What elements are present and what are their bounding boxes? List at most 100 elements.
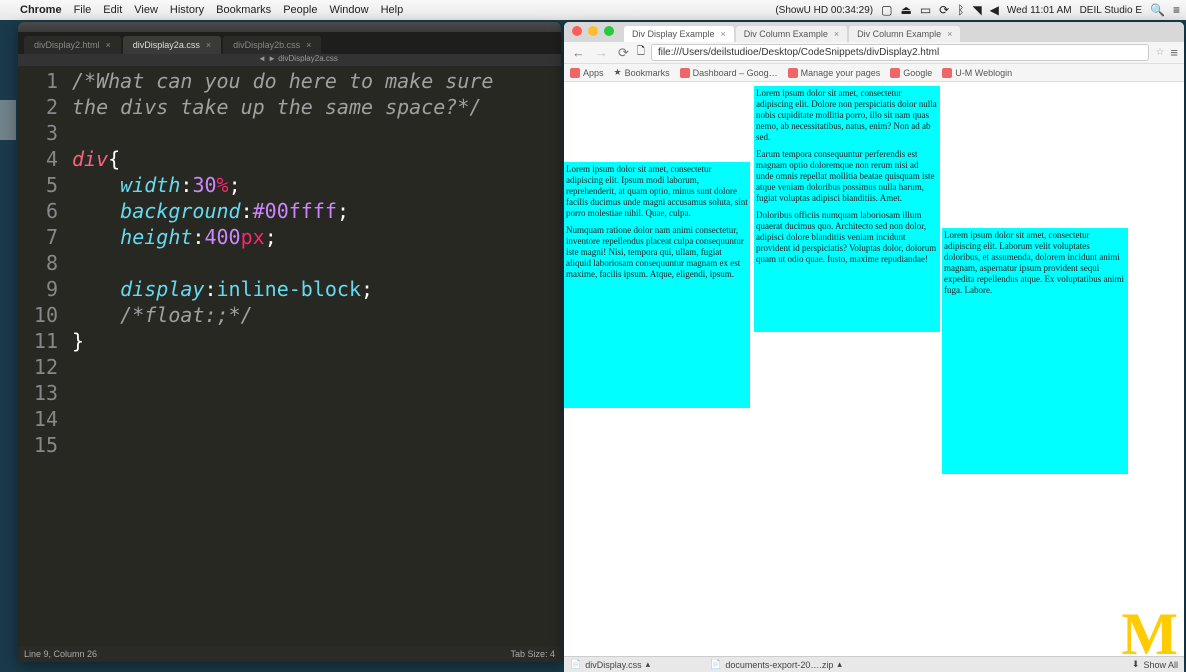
editor-tab[interactable]: divDisplay2.html × bbox=[24, 36, 121, 54]
michigan-logo: M bbox=[1121, 629, 1172, 640]
airplay-icon[interactable]: ▢ bbox=[881, 3, 892, 17]
chrome-tab[interactable]: Div Column Example × bbox=[849, 26, 960, 42]
close-icon[interactable]: × bbox=[206, 40, 211, 50]
menubar-app[interactable]: Chrome bbox=[20, 4, 62, 16]
button-label: Show All bbox=[1143, 660, 1178, 670]
chrome-tab[interactable]: Div Column Example × bbox=[736, 26, 847, 42]
download-label: divDisplay.css bbox=[585, 660, 641, 670]
status-cursor[interactable]: Line 9, Column 26 bbox=[24, 649, 97, 659]
tab-label: divDisplay2a.css bbox=[133, 40, 200, 50]
close-icon[interactable]: × bbox=[106, 40, 111, 50]
content-div: Lorem ipsum dolor sit amet, consectetur … bbox=[564, 162, 750, 408]
forward-button[interactable]: → bbox=[593, 45, 610, 60]
paragraph: Numquam ratione dolor nam animi consecte… bbox=[566, 225, 748, 280]
paragraph: Doloribus officiis numquam laboriosam il… bbox=[756, 210, 938, 265]
favicon-icon bbox=[942, 68, 952, 78]
menu-edit[interactable]: Edit bbox=[103, 4, 122, 16]
code-area[interactable]: 1/*What can you do here to make sure2the… bbox=[18, 66, 561, 458]
tab-label: Div Display Example bbox=[632, 29, 715, 39]
close-icon[interactable]: × bbox=[721, 29, 726, 39]
desktop-peek bbox=[0, 100, 16, 140]
menu-window[interactable]: Window bbox=[329, 4, 368, 16]
reload-button[interactable]: ⟳ bbox=[616, 45, 631, 61]
paragraph: Earum tempora consequuntur perferendis e… bbox=[756, 149, 938, 204]
menubar-user[interactable]: DEIL Studio E bbox=[1080, 5, 1142, 16]
bookmarks-bar: Apps ★Bookmarks Dashboard – Goog… Manage… bbox=[564, 64, 1184, 82]
mac-menubar: Chrome File Edit View History Bookmarks … bbox=[0, 0, 1186, 20]
paragraph: Lorem ipsum dolor sit amet, consectetur … bbox=[566, 164, 748, 219]
minimize-window-icon[interactable] bbox=[588, 26, 598, 36]
chrome-tabstrip: Div Display Example × Div Column Example ×… bbox=[564, 22, 1184, 42]
bookmark-apps[interactable]: Apps bbox=[570, 68, 604, 78]
sync-icon[interactable]: ⟳ bbox=[939, 3, 949, 17]
eject-icon[interactable]: ⏏ bbox=[900, 3, 911, 17]
favicon-icon bbox=[788, 68, 798, 78]
chrome-menu-icon[interactable]: ≡ bbox=[1170, 45, 1178, 60]
bookmark-label: Bookmarks bbox=[625, 68, 670, 78]
tab-label: divDisplay2b.css bbox=[233, 40, 300, 50]
address-bar[interactable]: file:///Users/deilstudioe/Desktop/CodeSn… bbox=[651, 44, 1149, 61]
paragraph: Lorem ipsum dolor sit amet, consectetur … bbox=[944, 230, 1126, 296]
close-icon[interactable]: × bbox=[306, 40, 311, 50]
menu-view[interactable]: View bbox=[134, 4, 158, 16]
apps-icon bbox=[570, 68, 580, 78]
close-icon[interactable]: × bbox=[834, 29, 839, 39]
show-all-button[interactable]: ⬇Show All bbox=[1132, 659, 1178, 670]
download-label: documents-export-20….zip bbox=[725, 660, 833, 670]
notification-icon[interactable]: ≡ bbox=[1173, 3, 1180, 17]
page-viewport: Lorem ipsum dolor sit amet, consectetur … bbox=[564, 82, 1184, 662]
chevron-up-icon[interactable]: ▴ bbox=[837, 659, 842, 670]
bluetooth-icon[interactable]: ᛒ bbox=[957, 3, 964, 17]
bookmark-label: U-M Weblogin bbox=[955, 68, 1012, 78]
chrome-tab[interactable]: Div Display Example × bbox=[624, 26, 734, 42]
editor-tab[interactable]: divDisplay2b.css × bbox=[223, 36, 321, 54]
menu-file[interactable]: File bbox=[74, 4, 92, 16]
menu-help[interactable]: Help bbox=[381, 4, 404, 16]
editor-tab[interactable]: divDisplay2a.css × bbox=[123, 36, 221, 54]
status-tabsize[interactable]: Tab Size: 4 bbox=[510, 649, 555, 659]
bookmark-item[interactable]: Manage your pages bbox=[788, 68, 881, 78]
tab-label: Div Column Example bbox=[744, 29, 828, 39]
favicon-icon bbox=[890, 68, 900, 78]
downloads-bar: 📄 divDisplay.css ▴ 📄 documents-export-20….z… bbox=[564, 656, 1184, 672]
paragraph: Lorem ipsum dolor sit amet, consectetur … bbox=[756, 88, 938, 143]
content-div: Lorem ipsum dolor sit amet, consectetur … bbox=[754, 86, 940, 332]
content-div: Lorem ipsum dolor sit amet, consectetur … bbox=[942, 228, 1128, 474]
page-icon: 🗋 bbox=[637, 44, 645, 61]
zoom-window-icon[interactable] bbox=[604, 26, 614, 36]
menubar-time[interactable]: Wed 11:01 AM bbox=[1007, 5, 1072, 16]
editor-window: divDisplay2.html × divDisplay2a.css × divD… bbox=[18, 22, 561, 662]
menu-people[interactable]: People bbox=[283, 4, 317, 16]
tab-label: Div Column Example bbox=[857, 29, 941, 39]
wifi-icon[interactable]: ◥ bbox=[972, 3, 981, 17]
bookmark-label: Google bbox=[903, 68, 932, 78]
star-icon: ★ bbox=[614, 67, 622, 78]
close-window-icon[interactable] bbox=[572, 26, 582, 36]
bookmark-label: Apps bbox=[583, 68, 604, 78]
download-item[interactable]: 📄 divDisplay.css ▴ bbox=[570, 659, 650, 670]
download-item[interactable]: 📄documents-export-20….zip▴ bbox=[710, 659, 842, 670]
bookmark-item[interactable]: U-M Weblogin bbox=[942, 68, 1012, 78]
menu-bookmarks[interactable]: Bookmarks bbox=[216, 4, 271, 16]
bookmark-item[interactable]: Dashboard – Goog… bbox=[680, 68, 778, 78]
editor-tabs: divDisplay2.html × divDisplay2a.css × divD… bbox=[18, 32, 561, 54]
chevron-up-icon[interactable]: ▴ bbox=[646, 659, 651, 670]
chrome-toolbar: ← → ⟳ 🗋 file:///Users/deilstudioe/Deskto… bbox=[564, 42, 1184, 64]
download-icon: ⬇ bbox=[1132, 659, 1140, 670]
editor-statusbar: Line 9, Column 26 Tab Size: 4 bbox=[18, 646, 561, 662]
editor-titlebar[interactable] bbox=[18, 22, 561, 32]
bookmark-item[interactable]: ★Bookmarks bbox=[614, 67, 670, 78]
bookmark-item[interactable]: Google bbox=[890, 68, 932, 78]
bookmark-star-icon[interactable]: ☆ bbox=[1155, 47, 1164, 58]
status-recording: (ShowU HD 00:34:29) bbox=[775, 5, 873, 16]
back-button[interactable]: ← bbox=[570, 45, 587, 60]
close-icon[interactable]: × bbox=[947, 29, 952, 39]
display-icon[interactable]: ▭ bbox=[920, 3, 931, 17]
spotlight-icon[interactable]: 🔍 bbox=[1150, 3, 1165, 17]
favicon-icon bbox=[680, 68, 690, 78]
menu-history[interactable]: History bbox=[170, 4, 204, 16]
editor-breadcrumb[interactable]: ◄ ► divDisplay2a.css bbox=[18, 54, 561, 66]
tab-label: divDisplay2.html bbox=[34, 40, 100, 50]
file-icon: 📄 bbox=[570, 659, 581, 670]
volume-icon[interactable]: ◀ bbox=[990, 3, 999, 17]
